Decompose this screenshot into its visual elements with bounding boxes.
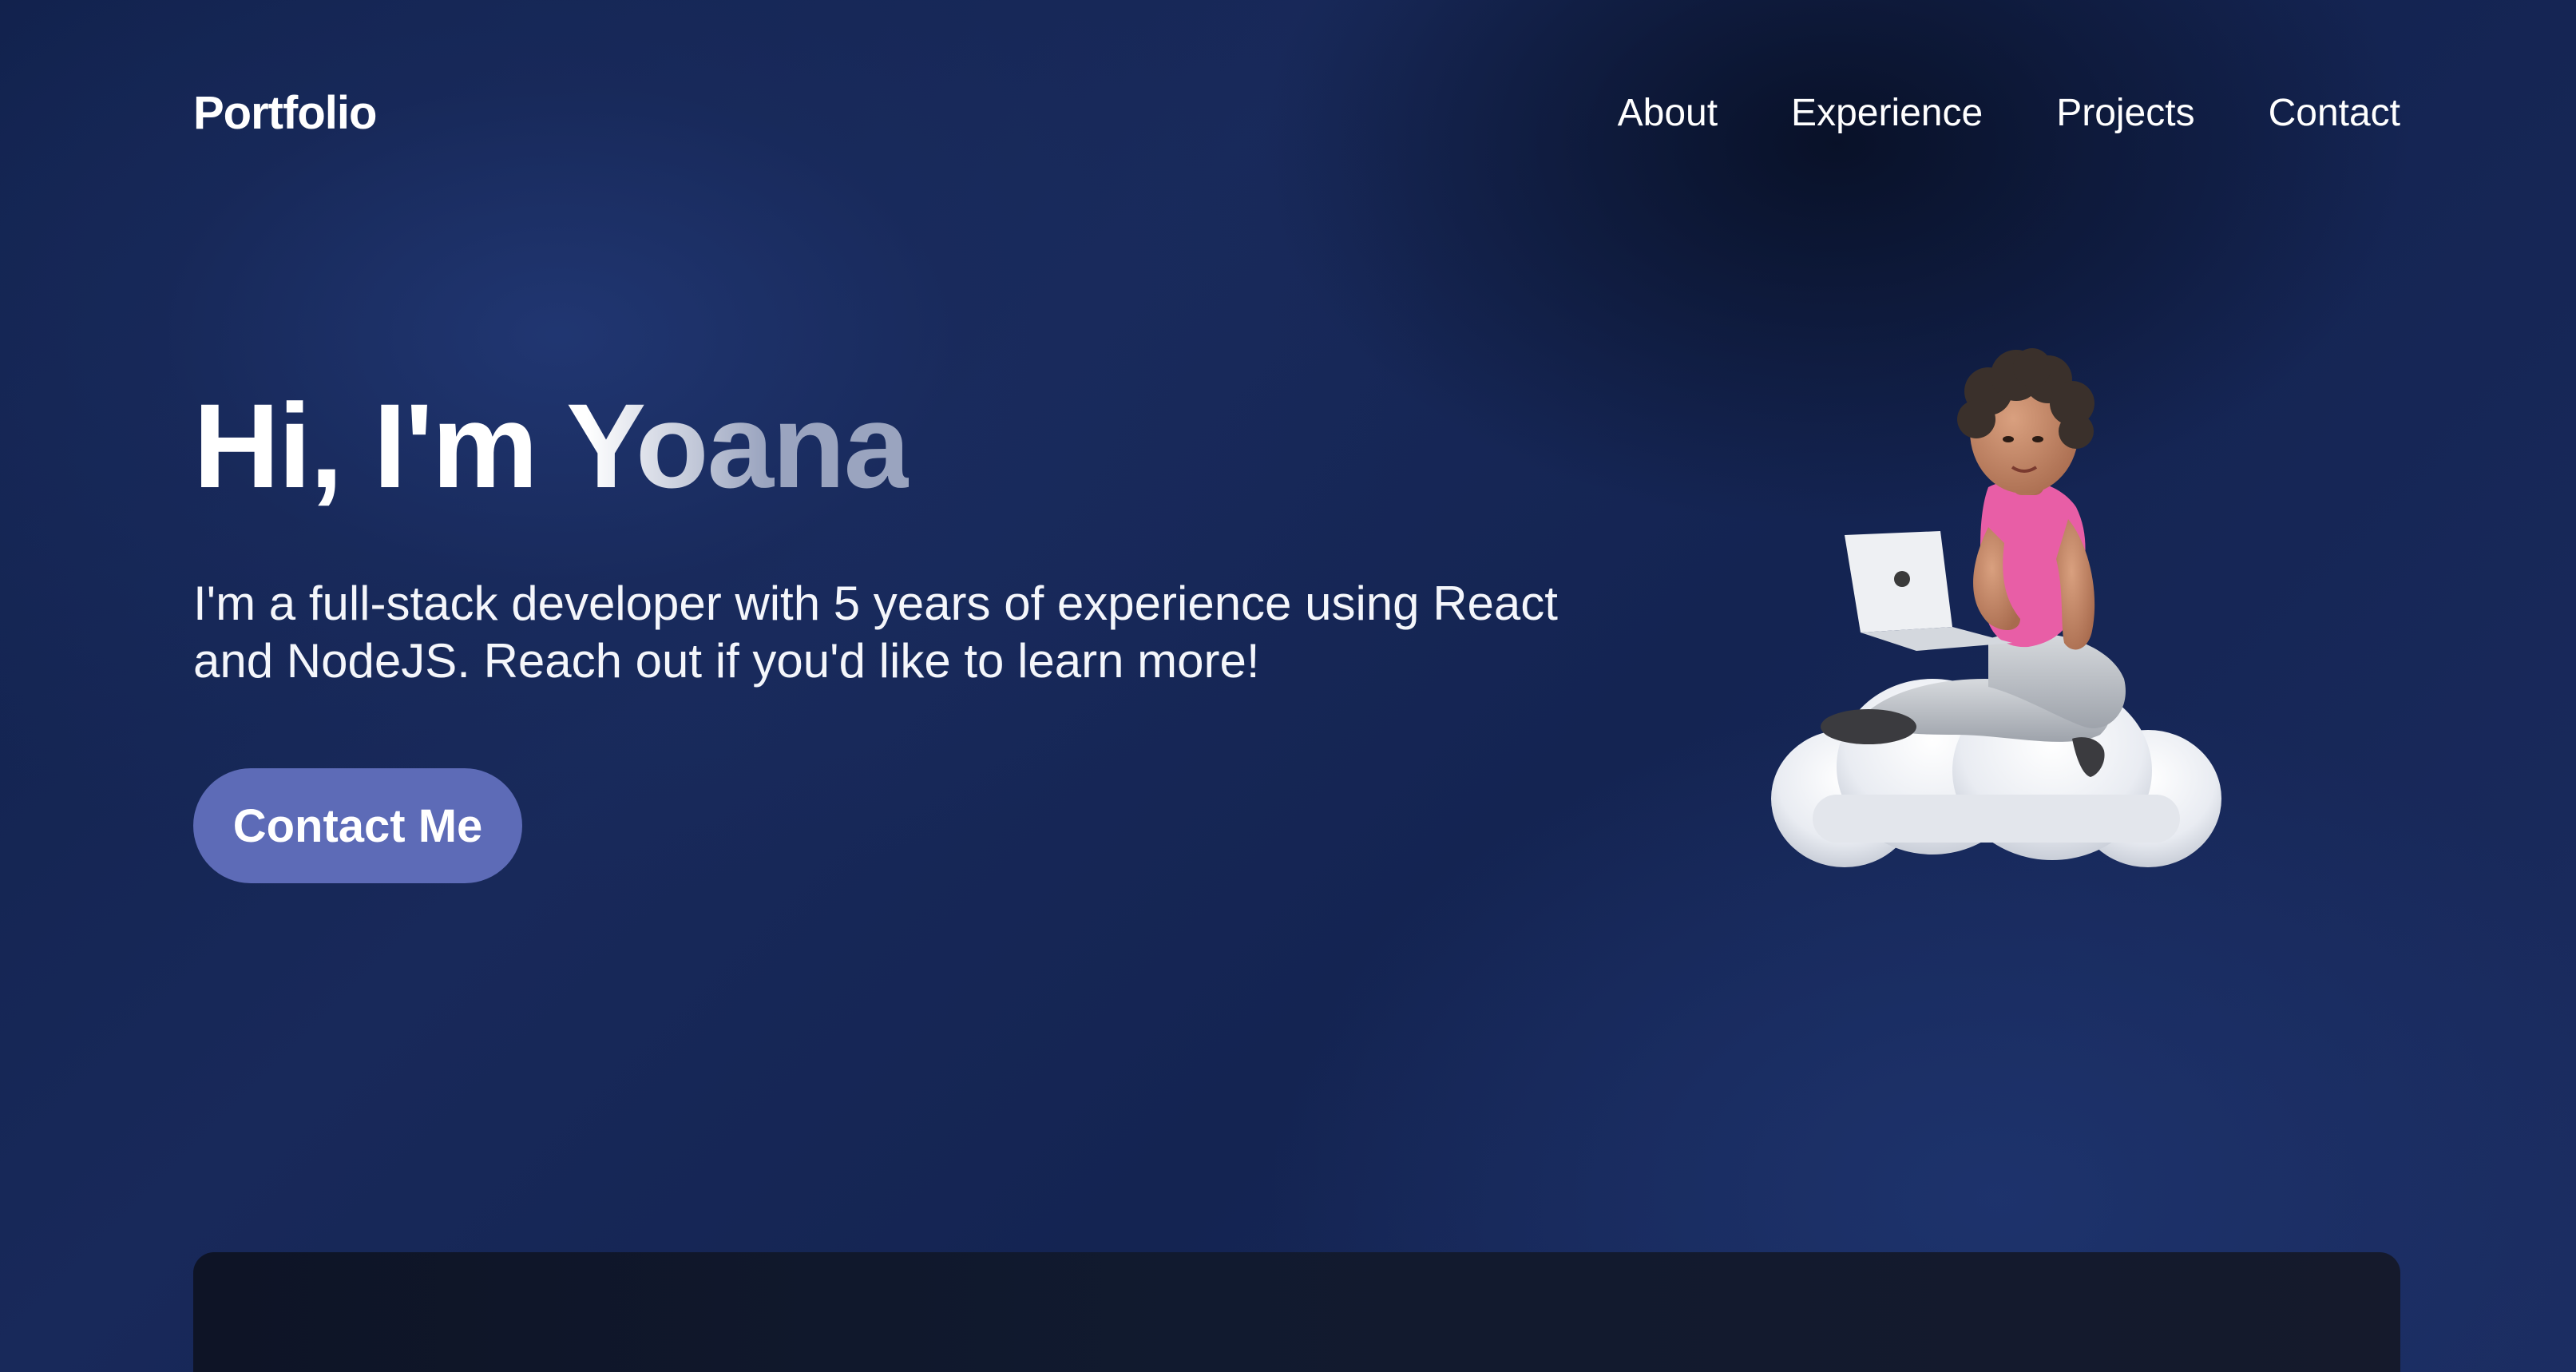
hero-section: Hi, I'm Yoana I'm a full-stack developer… (193, 383, 1599, 690)
nav-item-contact: Contact (2269, 91, 2400, 135)
nav-link-about[interactable]: About (1618, 92, 1718, 134)
nav-link-contact[interactable]: Contact (2269, 92, 2400, 134)
hero-description: I'm a full-stack developer with 5 years … (193, 576, 1558, 688)
nav-link-projects[interactable]: Projects (2056, 92, 2194, 134)
nav-link-experience[interactable]: Experience (1791, 92, 1983, 134)
bottom-card (193, 1252, 2400, 1372)
logo[interactable]: Portfolio (193, 86, 377, 140)
nav-item-experience: Experience (1791, 91, 1983, 135)
nav-item-projects: Projects (2056, 91, 2194, 135)
hero-title: Hi, I'm Yoana (193, 379, 910, 513)
navbar: Portfolio About Experience Projects Cont… (193, 86, 2400, 140)
contact-me-button[interactable]: Contact Me (193, 768, 522, 883)
nav-links: About Experience Projects Contact (1618, 91, 2400, 135)
nav-item-about: About (1618, 91, 1718, 135)
developer-on-cloud-illustration-icon (1771, 348, 2221, 867)
